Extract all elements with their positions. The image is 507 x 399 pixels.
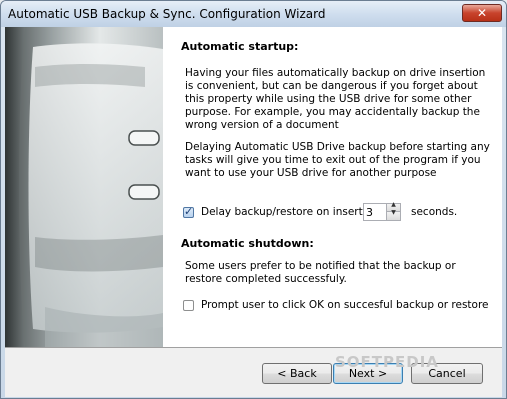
- delay-seconds-spinner[interactable]: ▲ ▼: [363, 201, 401, 221]
- delay-checkbox-label[interactable]: Delay backup/restore on insert: [201, 206, 363, 219]
- close-button[interactable]: ✕: [462, 4, 502, 22]
- shutdown-description: Some users prefer to be notified that th…: [185, 260, 456, 285]
- arrow-down-icon: ▼: [391, 209, 396, 216]
- automatic-shutdown-heading: Automatic shutdown:: [181, 237, 314, 250]
- seconds-label: seconds.: [411, 206, 458, 218]
- options-panel: Automatic startup: Having your files aut…: [163, 27, 502, 347]
- wizard-client: Automatic startup: Having your files aut…: [5, 27, 502, 397]
- softpedia-watermark: SOFTPEDIA: [335, 353, 439, 371]
- spin-down-button[interactable]: ▼: [386, 209, 400, 220]
- wizard-window: Automatic USB Backup & Sync. Configurati…: [0, 0, 507, 399]
- back-button[interactable]: < Back: [262, 363, 332, 384]
- delay-checkbox[interactable]: [183, 205, 194, 218]
- delay-description: Delaying Automatic USB Drive backup befo…: [185, 141, 490, 179]
- startup-description: Having your files automatically backup o…: [185, 67, 486, 131]
- arrow-up-icon: ▲: [391, 201, 396, 208]
- delay-seconds-input[interactable]: [366, 205, 386, 219]
- prompt-checkbox-label[interactable]: Prompt user to click OK on succesful bac…: [201, 299, 489, 312]
- title-bar[interactable]: Automatic USB Backup & Sync. Configurati…: [1, 1, 506, 27]
- automatic-startup-heading: Automatic startup:: [181, 40, 299, 53]
- usb-drive-illustration: [5, 27, 163, 347]
- prompt-checkbox[interactable]: [183, 300, 194, 311]
- window-title: Automatic USB Backup & Sync. Configurati…: [8, 7, 326, 21]
- usb-drive-image: [5, 27, 163, 347]
- close-icon: ✕: [476, 6, 488, 20]
